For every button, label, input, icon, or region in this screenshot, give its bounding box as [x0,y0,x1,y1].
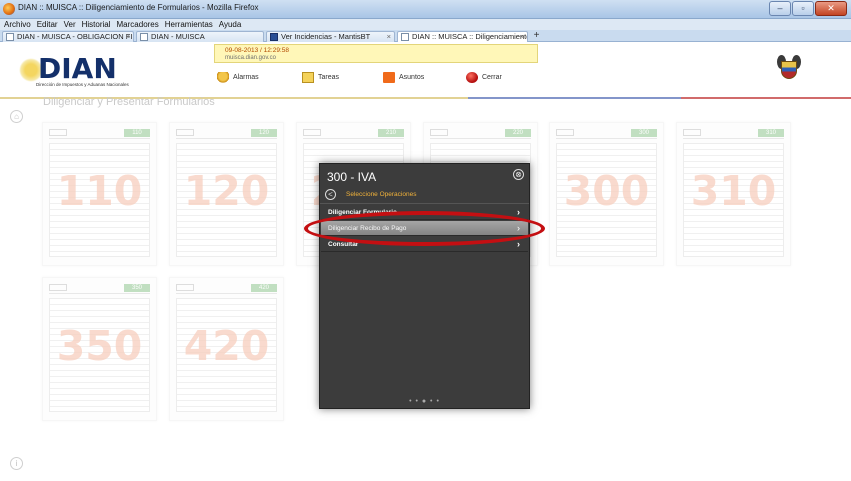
tab-label: DIAN - MUISCA - OBLIGACION FINA... [17,32,133,41]
mantis-icon [270,33,278,41]
form-number: 120 [183,167,270,215]
window-title: DIAN :: MUISCA :: Diligenciamiento de Fo… [18,3,259,12]
session-datetime: 09-08-2013 / 12:29:58 [225,47,289,54]
session-info: 09-08-2013 / 12:29:58 muisca.dian.gov.co [214,44,538,63]
nav-label: Cerrar [482,73,502,81]
nav-tareas[interactable]: Tareas [302,71,339,83]
menu-archivo[interactable]: Archivo [4,19,31,30]
form-number: 350 [56,322,143,370]
modal-subheader: < Seleccione Operaciones [325,188,416,200]
bell-icon [217,71,229,83]
power-icon [466,71,478,83]
tab-label: Ver Incidencias - MantisBT [281,32,371,41]
operations-modal: 300 - IVA ⊗ < Seleccione Operaciones Dil… [319,163,530,409]
modal-subtitle: Seleccione Operaciones [346,190,417,198]
form-number: 420 [183,322,270,370]
menu-ayuda[interactable]: Ayuda [219,19,242,30]
nav-label: Tareas [318,73,340,81]
firefox-icon [3,3,15,15]
menu-historial[interactable]: Historial [82,19,111,30]
chevron-right-icon: › [517,207,520,217]
page-icon [6,33,14,41]
coat-of-arms-icon [776,51,802,85]
session-host: muisca.dian.gov.co [225,55,276,61]
form-card-110[interactable]: 110 110 [42,122,157,266]
folder-icon [383,71,395,83]
form-tag: 120 [251,129,277,137]
form-tag: 220 [505,129,531,137]
form-tag: 420 [251,284,277,292]
form-number: 310 [690,167,777,215]
tab-bar: DIAN - MUISCA - OBLIGACION FINA... × DIA… [0,30,851,42]
close-tab-icon[interactable]: × [387,32,391,42]
page-title: Diligenciar y Presentar Formularios [43,96,215,108]
nav-label: Alarmas [233,73,259,81]
window-titlebar: DIAN :: MUISCA :: Diligenciamiento de Fo… [0,0,851,19]
form-card-120[interactable]: 120 120 [169,122,284,266]
page-icon [140,33,148,41]
new-tab-button[interactable]: + [530,31,543,42]
form-tag: 210 [378,129,404,137]
menu-marcadores[interactable]: Marcadores [117,19,159,30]
nav-asuntos[interactable]: Asuntos [383,71,424,83]
dian-logo-subtitle: Dirección de Impuestos y Aduanas Naciona… [36,82,129,87]
close-icon[interactable]: ⊗ [513,169,524,180]
divider [320,203,529,204]
menu-herramientas[interactable]: Herramientas [165,19,213,30]
info-icon[interactable]: i [10,457,23,470]
form-card-310[interactable]: 310 310 [676,122,791,266]
tab-label: DIAN - MUISCA [151,32,205,41]
window-controls: – ▫ ✕ [769,1,847,16]
form-tag: 110 [124,129,150,137]
nav-cerrar[interactable]: Cerrar [466,71,502,83]
form-tag: 350 [124,284,150,292]
tab-diligenciamiento[interactable]: DIAN :: MUISCA :: Diligenciamiento d... … [397,31,528,42]
tab-label: DIAN :: MUISCA :: Diligenciamiento d... [412,32,528,41]
form-tag: 300 [631,129,657,137]
tab-muisca[interactable]: DIAN - MUISCA [136,31,264,42]
pager-dots[interactable]: • • ● • • [320,398,529,405]
highlight-annotation-ring [304,211,545,246]
form-card-420[interactable]: 420 420 [169,277,284,421]
form-number: 110 [56,167,143,215]
calendar-icon [302,71,314,83]
form-card-300[interactable]: 300 300 [549,122,664,266]
tab-mantis[interactable]: Ver Incidencias - MantisBT × [266,31,395,42]
form-tag: 310 [758,129,784,137]
menu-editar[interactable]: Editar [37,19,58,30]
close-window-button[interactable]: ✕ [815,1,847,16]
nav-label: Asuntos [399,73,425,81]
minimize-button[interactable]: – [769,1,791,16]
close-tab-icon[interactable]: × [126,32,130,42]
menu-ver[interactable]: Ver [64,19,76,30]
close-tab-icon[interactable]: × [520,32,524,42]
tab-obligacion[interactable]: DIAN - MUISCA - OBLIGACION FINA... × [2,31,134,42]
back-icon[interactable]: < [325,188,336,200]
chevron-right-icon: › [517,239,520,249]
form-number: 300 [563,167,650,215]
page-icon [401,33,409,41]
form-card-350[interactable]: 350 350 [42,277,157,421]
maximize-button[interactable]: ▫ [792,1,814,16]
menu-bar: Archivo Editar Ver Historial Marcadores … [0,19,851,30]
nav-alarmas[interactable]: Alarmas [217,71,259,83]
modal-title: 300 - IVA [327,170,377,184]
dian-logo: DIAN [38,52,117,85]
home-icon[interactable]: ⌂ [10,110,23,123]
